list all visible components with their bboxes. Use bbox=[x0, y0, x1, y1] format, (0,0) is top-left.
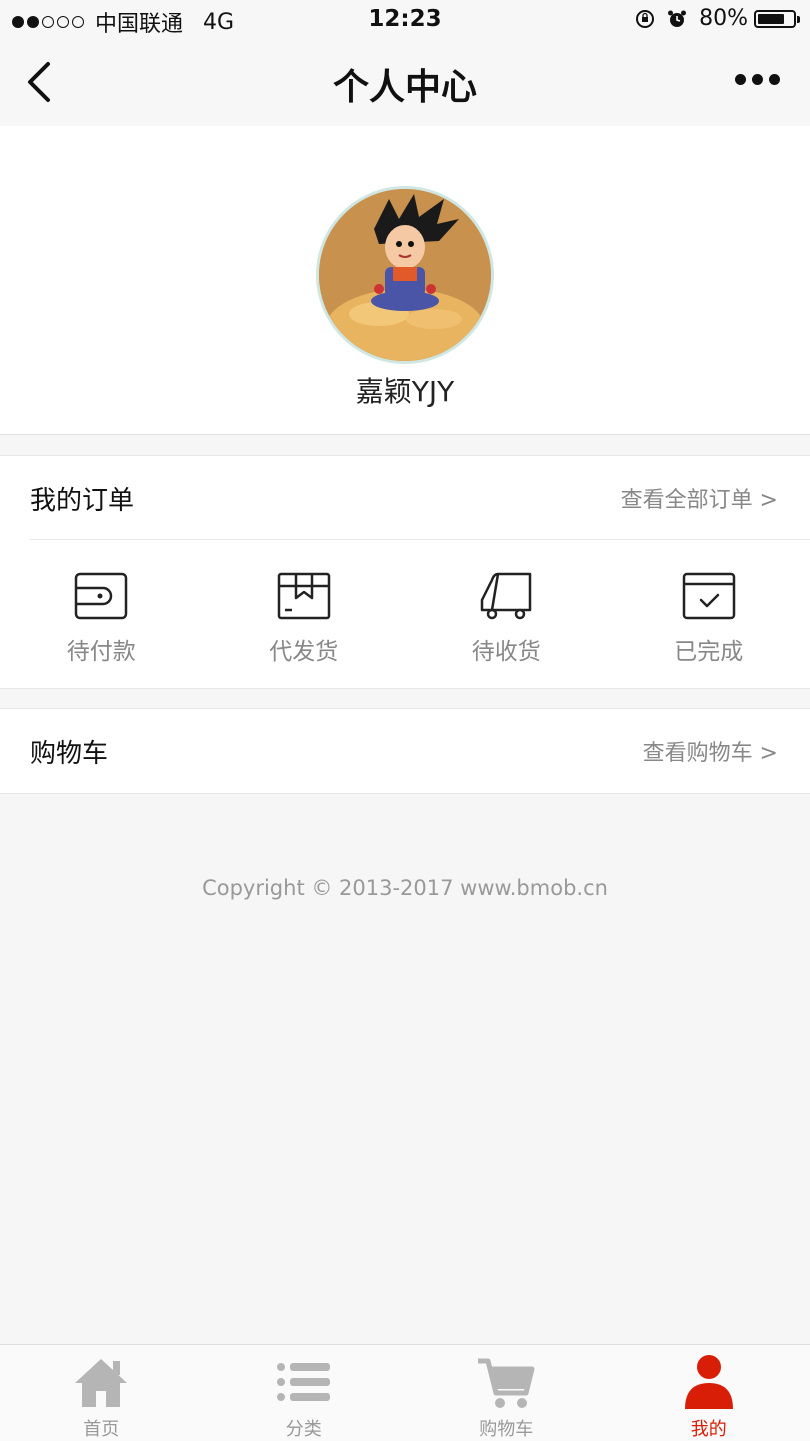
order-status-list: 待付款 代发货 待收货 bbox=[0, 540, 810, 688]
more-dots-icon[interactable] bbox=[729, 74, 780, 85]
username: 嘉颖YJY bbox=[0, 370, 810, 410]
status-bar: 中国联通 4G 12:23 80% bbox=[0, 0, 810, 40]
profile-section: 嘉颖YJY bbox=[0, 126, 810, 435]
copyright-text: Copyright © 2013-2017 www.bmob.cn bbox=[0, 876, 810, 900]
wallet-icon bbox=[73, 570, 129, 622]
battery-percent: 80% bbox=[699, 6, 748, 31]
page-title: 个人中心 bbox=[0, 58, 810, 110]
tab-category[interactable]: 分类 bbox=[203, 1345, 406, 1441]
rotation-lock-icon bbox=[635, 9, 655, 29]
nav-bar: 个人中心 bbox=[0, 40, 810, 126]
tab-cart[interactable]: 购物车 bbox=[405, 1345, 608, 1441]
orders-header[interactable]: 我的订单 查看全部订单 > bbox=[0, 456, 810, 540]
cart-icon bbox=[476, 1353, 536, 1411]
order-item-label: 待收货 bbox=[405, 632, 608, 666]
home-icon bbox=[71, 1353, 131, 1411]
orders-card: 我的订单 查看全部订单 > 待付款 代发货 bbox=[0, 455, 810, 689]
orders-title: 我的订单 bbox=[30, 480, 134, 517]
order-item-pending-receipt[interactable]: 待收货 bbox=[405, 540, 608, 688]
tab-bar: 首页 分类 购物车 我的 bbox=[0, 1344, 810, 1441]
list-icon bbox=[274, 1353, 334, 1411]
view-cart-link[interactable]: 查看购物车 > bbox=[643, 735, 778, 767]
battery-icon bbox=[754, 10, 796, 28]
package-icon bbox=[276, 570, 332, 622]
avatar-image bbox=[319, 189, 491, 361]
alarm-icon bbox=[667, 9, 687, 29]
user-icon bbox=[679, 1353, 739, 1411]
order-item-pending-payment[interactable]: 待付款 bbox=[0, 540, 203, 688]
order-item-completed[interactable]: 已完成 bbox=[608, 540, 810, 688]
order-item-label: 代发货 bbox=[203, 632, 406, 666]
avatar[interactable] bbox=[316, 186, 494, 364]
calendar-check-icon bbox=[681, 570, 737, 622]
tab-label: 首页 bbox=[0, 1415, 203, 1441]
order-item-label: 已完成 bbox=[608, 632, 810, 666]
tab-label: 分类 bbox=[203, 1415, 406, 1441]
tab-label: 购物车 bbox=[405, 1415, 608, 1441]
truck-icon bbox=[478, 570, 534, 622]
order-item-label: 待付款 bbox=[0, 632, 203, 666]
view-all-orders-link[interactable]: 查看全部订单 > bbox=[621, 482, 778, 514]
tab-mine[interactable]: 我的 bbox=[608, 1345, 810, 1441]
tab-home[interactable]: 首页 bbox=[0, 1345, 203, 1441]
status-right: 80% bbox=[635, 6, 796, 31]
tab-label: 我的 bbox=[608, 1415, 810, 1441]
cart-title: 购物车 bbox=[30, 733, 108, 770]
cart-row[interactable]: 购物车 查看购物车 > bbox=[0, 708, 810, 794]
order-item-pending-shipment[interactable]: 代发货 bbox=[203, 540, 406, 688]
